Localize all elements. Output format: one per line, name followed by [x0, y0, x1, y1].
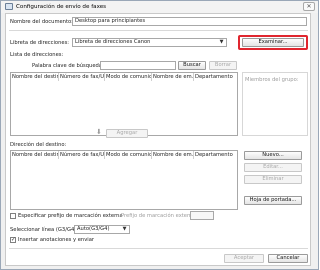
- address-book-label: Libreta de direcciones:: [10, 40, 70, 46]
- line-selected-value: Auto(G3/G4): [77, 226, 110, 232]
- dest-col-header-company[interactable]: Nombre de em...: [152, 151, 194, 159]
- group-members-label: Miembros del grupo:: [245, 77, 299, 83]
- external-prefix-checkbox-label: Especificar prefijo de marcación externa: [18, 213, 123, 219]
- annotations-checkbox-label: Insertar anotaciones y enviar: [18, 237, 95, 243]
- line-select[interactable]: Auto(G3/G4) ▼: [74, 225, 130, 234]
- chevron-down-icon: ▼: [219, 39, 224, 45]
- cover-sheet-button[interactable]: Hoja de portada...: [244, 196, 302, 205]
- edit-destination-button[interactable]: Editar...: [244, 163, 302, 172]
- document-name-label: Nombre del documento:: [10, 19, 73, 25]
- search-button[interactable]: Buscar: [178, 61, 206, 70]
- title-bar: Configuración de envío de faxes ✕: [1, 1, 318, 13]
- delete-destination-button[interactable]: Eliminar: [244, 175, 302, 184]
- browse-button[interactable]: Examinar...: [242, 38, 304, 47]
- col-header-department[interactable]: Departamento: [194, 73, 238, 81]
- address-list-label: Lista de direcciones:: [10, 52, 64, 58]
- cancel-button[interactable]: Cancelar: [268, 254, 308, 263]
- external-prefix-input[interactable]: [190, 211, 214, 220]
- destination-label: Dirección del destino:: [10, 142, 67, 148]
- document-name-input[interactable]: Desktop para principiantes: [72, 17, 307, 26]
- external-prefix-label: Prefijo de marcación externa:: [121, 213, 198, 219]
- divider: [9, 30, 308, 31]
- dest-col-header-name[interactable]: Nombre del destino: [11, 151, 59, 159]
- fax-app-icon: [5, 3, 13, 10]
- col-header-company[interactable]: Nombre de em...: [152, 73, 194, 81]
- col-header-fax[interactable]: Número de fax/URI: [59, 73, 105, 81]
- chevron-down-icon: ▼: [122, 226, 127, 232]
- window-title: Configuración de envío de faxes: [16, 4, 107, 10]
- address-book-select[interactable]: Libreta de direcciones Canon ▼: [72, 38, 227, 47]
- dest-col-header-department[interactable]: Departamento: [194, 151, 238, 159]
- destination-table[interactable]: Nombre del destino Número de fax/URI Mod…: [10, 150, 238, 210]
- clear-button[interactable]: Borrar: [209, 61, 237, 70]
- dialog-body: Nombre del documento: Desktop para princ…: [5, 13, 311, 266]
- new-destination-button[interactable]: Nuevo...: [244, 151, 302, 160]
- fax-settings-dialog: Configuración de envío de faxes ✕ Nombre…: [0, 0, 319, 270]
- annotations-checkbox[interactable]: ✓: [10, 237, 16, 243]
- add-arrow-icon: ⬇: [96, 128, 102, 136]
- external-prefix-checkbox[interactable]: [10, 213, 16, 219]
- col-header-mode[interactable]: Modo de comunic...: [105, 73, 152, 81]
- dest-col-header-mode[interactable]: Modo de comunic...: [105, 151, 152, 159]
- search-keyword-label: Palabra clave de búsqueda:: [32, 63, 104, 69]
- group-members-box: Miembros del grupo:: [242, 72, 308, 136]
- line-select-label: Seleccionar línea (G3/G4):: [10, 227, 79, 233]
- accept-button[interactable]: Aceptar: [224, 254, 264, 263]
- add-button[interactable]: Agregar: [106, 129, 148, 138]
- divider: [9, 248, 308, 249]
- col-header-name[interactable]: Nombre del destino: [11, 73, 59, 81]
- search-input[interactable]: [100, 61, 176, 70]
- close-icon[interactable]: ✕: [303, 2, 315, 11]
- address-book-selected: Libreta de direcciones Canon: [75, 39, 151, 45]
- dest-col-header-fax[interactable]: Número de fax/URI: [59, 151, 105, 159]
- address-list-table[interactable]: Nombre del destino Número de fax/URI Mod…: [10, 72, 238, 136]
